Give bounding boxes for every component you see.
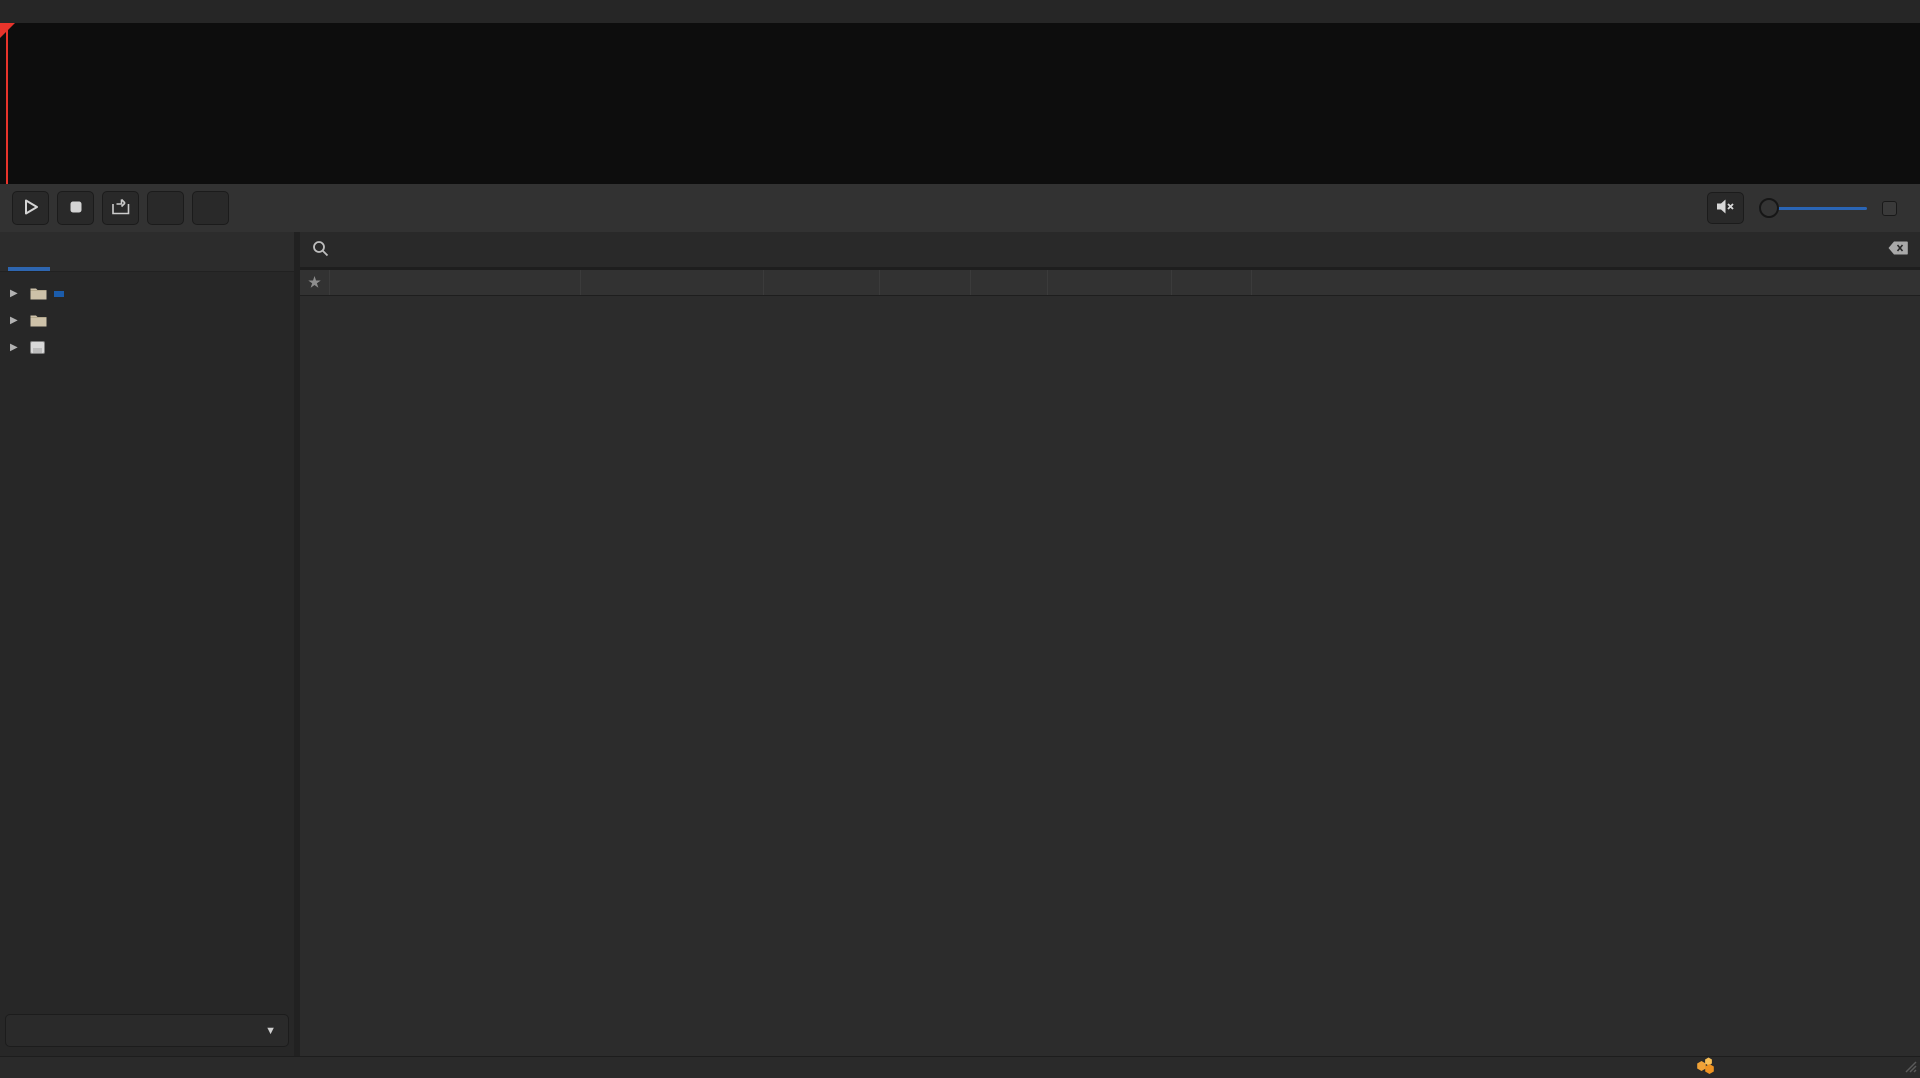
sidebar: ▶ ▶ ▶ — [0, 232, 300, 1056]
waveform-display[interactable] — [0, 23, 1920, 184]
expand-arrow-icon[interactable]: ▶ — [10, 315, 24, 326]
autoplay-checkbox[interactable] — [1882, 201, 1897, 216]
drive-icon — [30, 341, 48, 354]
search-icon — [312, 240, 329, 260]
tab-hives[interactable] — [50, 232, 92, 271]
transport-right-group — [1692, 192, 1908, 224]
transport-bar — [0, 184, 1920, 232]
channels-column-header[interactable] — [880, 270, 971, 295]
sample-browser-main: ★ — [300, 232, 1920, 1056]
loop-folder-arrow-icon — [111, 198, 131, 219]
search-bar — [300, 232, 1920, 270]
table-header: ★ — [300, 270, 1920, 296]
bitrate-column-header[interactable] — [1172, 270, 1252, 295]
tree-label-root[interactable] — [54, 345, 64, 351]
volume-slider[interactable] — [1759, 197, 1867, 219]
directory-tree: ▶ ▶ ▶ — [0, 272, 294, 1008]
tab-browse[interactable] — [8, 232, 50, 271]
loop-ab-button[interactable] — [147, 191, 184, 225]
file-filter-dropdown[interactable]: ▼ — [5, 1014, 289, 1047]
sample-table-body — [300, 296, 1920, 1056]
expand-arrow-icon[interactable]: ▶ — [10, 288, 24, 299]
sidebar-tabs — [0, 232, 294, 272]
status-bar — [0, 1056, 1920, 1078]
star-icon: ★ — [308, 274, 321, 291]
content-area: ▶ ▶ ▶ — [0, 232, 1920, 1056]
mute-button[interactable] — [1707, 192, 1744, 224]
autoplay-control — [1882, 201, 1904, 216]
play-button[interactable] — [12, 191, 49, 225]
app-version-block — [1695, 1056, 1724, 1078]
clear-search-icon[interactable] — [1888, 241, 1908, 258]
waveform-canvas — [0, 23, 1920, 184]
folder-icon — [30, 287, 48, 300]
stop-icon — [67, 198, 85, 219]
tab-trash[interactable] — [92, 232, 134, 271]
menu-help[interactable] — [72, 9, 94, 15]
settings-button[interactable] — [192, 191, 229, 225]
speaker-muted-icon — [1716, 198, 1735, 218]
tree-item-root[interactable]: ▶ — [0, 334, 294, 361]
path-column-header[interactable] — [1252, 270, 1920, 295]
samplehive-window: ▶ ▶ ▶ — [0, 0, 1920, 1078]
playhead-line[interactable] — [6, 23, 8, 184]
favorites-column-header[interactable]: ★ — [300, 270, 330, 295]
tree-item-desktop[interactable]: ▶ — [0, 307, 294, 334]
length-column-header[interactable] — [971, 270, 1048, 295]
tree-label-home[interactable] — [54, 291, 64, 297]
stop-button[interactable] — [57, 191, 94, 225]
type-column-header[interactable] — [764, 270, 880, 295]
playhead-marker-icon — [0, 23, 15, 38]
tree-label-desktop[interactable] — [54, 318, 64, 324]
filename-column-header[interactable] — [330, 270, 581, 295]
menu-file[interactable] — [6, 9, 28, 15]
samplepack-column-header[interactable] — [581, 270, 764, 295]
resize-grip[interactable] — [1902, 1058, 1917, 1076]
search-input[interactable] — [338, 242, 1879, 258]
folder-icon — [30, 314, 48, 327]
menu-view[interactable] — [50, 9, 72, 15]
sample-table: ★ — [300, 270, 1920, 1056]
expand-arrow-icon[interactable]: ▶ — [10, 342, 24, 353]
menu-bar — [0, 0, 1920, 23]
samplerate-column-header[interactable] — [1048, 270, 1172, 295]
play-icon — [22, 198, 40, 219]
volume-knob[interactable] — [1759, 198, 1779, 218]
tree-item-home[interactable]: ▶ — [0, 280, 294, 307]
chevron-down-icon: ▼ — [265, 1025, 276, 1037]
loop-button[interactable] — [102, 191, 139, 225]
menu-edit[interactable] — [28, 9, 50, 15]
samplehive-logo-icon — [1695, 1056, 1716, 1078]
